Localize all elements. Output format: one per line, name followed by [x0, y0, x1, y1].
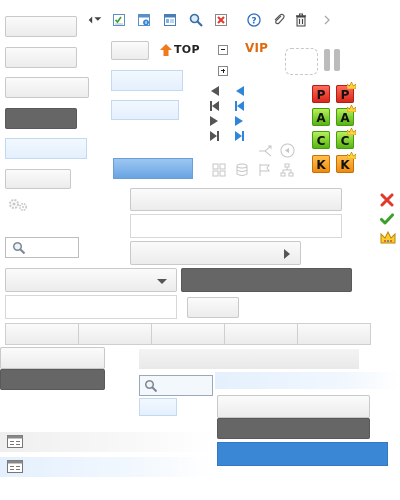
first-blue-icon[interactable] [235, 101, 245, 111]
tab-5[interactable] [297, 323, 371, 345]
target-circle-icon[interactable] [280, 143, 295, 161]
tab-1[interactable] [5, 323, 79, 345]
small-button[interactable] [111, 41, 149, 60]
light-blue-field-1[interactable] [111, 70, 183, 91]
back-forward-icon[interactable] [88, 13, 108, 27]
dropdown-select[interactable] [5, 268, 177, 292]
list-row-selected[interactable] [0, 457, 212, 477]
list-icon [7, 460, 23, 476]
badge-p-crown: P [336, 82, 356, 103]
light-button-3[interactable] [5, 77, 89, 98]
gradient-bar [139, 349, 359, 369]
badge-c: C [312, 131, 330, 149]
light-button-6[interactable] [217, 395, 370, 418]
dark-button[interactable] [5, 108, 77, 129]
primary-blue-button[interactable] [217, 442, 388, 466]
help-icon[interactable]: ? [247, 13, 261, 27]
crown-mini-icon [347, 152, 356, 159]
chevron-right-icon[interactable] [320, 13, 334, 27]
window-icon[interactable] [163, 13, 177, 27]
tab-4[interactable] [224, 323, 298, 345]
prev-blue-icon[interactable] [236, 86, 244, 96]
crown-mini-icon [347, 82, 356, 89]
badge-k: K [312, 155, 330, 173]
wide-text-field[interactable] [130, 214, 342, 238]
blue-bar-button[interactable] [113, 158, 193, 179]
chevron-down-icon [157, 279, 167, 284]
tab-3[interactable] [151, 323, 225, 345]
last-grey-icon[interactable] [210, 131, 220, 141]
trash-icon[interactable] [294, 13, 308, 27]
chevron-right-icon [284, 249, 290, 259]
small-light-button[interactable] [187, 297, 239, 318]
crown-mini-icon [347, 105, 356, 112]
badge-a-crown: A [336, 105, 356, 126]
vip-label: VIP [245, 41, 269, 55]
placeholder-box [285, 48, 318, 75]
pause-icon[interactable] [323, 49, 343, 71]
small-blue-field[interactable] [139, 398, 177, 416]
arrow-up-icon [160, 44, 172, 56]
dark-wide-button[interactable] [181, 268, 352, 292]
search-input[interactable] [5, 237, 79, 258]
list-icon [7, 435, 23, 451]
light-blue-input[interactable] [5, 138, 87, 159]
attachment-icon[interactable] [272, 13, 286, 27]
light-button-4[interactable] [5, 169, 71, 189]
badge-k-crown: K [336, 152, 356, 173]
submenu-button[interactable] [130, 241, 301, 265]
close-box-icon[interactable] [214, 13, 228, 27]
collapse-icon[interactable] [218, 45, 228, 55]
badge-c-crown: C [336, 128, 356, 149]
light-button-1[interactable] [5, 16, 77, 37]
tab-2[interactable] [78, 323, 152, 345]
prev-grey-icon[interactable] [211, 86, 219, 96]
next-blue-icon[interactable] [235, 116, 243, 126]
search-icon [12, 241, 26, 258]
crown-mini-icon [347, 128, 356, 135]
database-icon[interactable] [235, 163, 249, 180]
check-icon[interactable] [380, 212, 394, 229]
light-button-5[interactable] [0, 347, 105, 369]
first-grey-icon[interactable] [210, 101, 220, 111]
search-icon [144, 379, 158, 396]
split-arrow-icon[interactable] [258, 144, 274, 161]
dark-button-2[interactable] [0, 369, 105, 390]
flag-icon[interactable] [258, 163, 272, 180]
search-icon[interactable] [189, 13, 203, 27]
next-grey-icon[interactable] [210, 116, 218, 126]
blue-gradient-bar [215, 372, 400, 389]
text-field[interactable] [5, 295, 177, 319]
top-link-label: TOP [174, 43, 200, 56]
svg-text:?: ? [251, 17, 256, 27]
badge-p: P [312, 85, 330, 103]
sitemap-icon[interactable] [280, 163, 294, 180]
expand-icon[interactable] [218, 66, 228, 76]
light-button-2[interactable] [5, 47, 77, 68]
wide-light-button[interactable] [130, 188, 342, 211]
last-blue-icon[interactable] [235, 131, 245, 141]
gear-icon [8, 198, 32, 212]
search-input-2[interactable] [139, 375, 213, 396]
light-blue-field-2[interactable] [111, 100, 179, 120]
badge-a: A [312, 108, 330, 126]
close-icon[interactable] [380, 193, 394, 210]
crown-icon [380, 230, 396, 247]
list-row[interactable] [0, 432, 212, 452]
calendar-upload-icon[interactable] [137, 13, 151, 27]
grid-icon[interactable] [212, 163, 226, 180]
checklist-icon[interactable] [112, 13, 126, 27]
dark-button-3[interactable] [217, 418, 370, 439]
